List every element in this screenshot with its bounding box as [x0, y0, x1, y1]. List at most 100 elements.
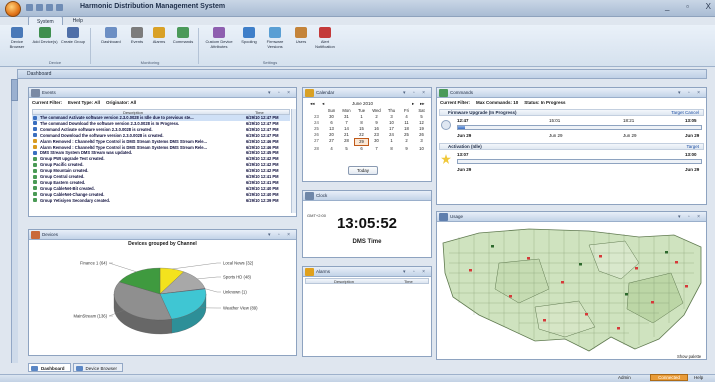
event-row[interactable]: Group Yetisiyen Secondary created. 6/29/1… [32, 198, 290, 204]
devices-icon [31, 231, 40, 239]
firmware-versions-button[interactable]: Firmware Versions [262, 27, 288, 57]
calendar-day[interactable]: 1 [384, 138, 399, 146]
event-type-icon [33, 156, 37, 161]
event-row[interactable]: Group CableNet-Bit created. 6/29/10 12:40… [32, 186, 290, 192]
calendar-day[interactable]: 30 [369, 138, 384, 146]
event-row[interactable]: Group Pacific created. 6/29/10 12:42 PM [32, 162, 290, 168]
dashboard-icon [31, 366, 38, 371]
minimize-button[interactable]: _ [665, 2, 669, 13]
custom-device-attributes-button[interactable]: Custom Device Attributes [204, 27, 234, 57]
target-cancel-links[interactable]: Target Cancel [671, 110, 699, 116]
redo-icon[interactable] [46, 4, 53, 11]
add-device-icon [39, 27, 51, 38]
event-row[interactable]: Alarm Removed : ChannelId Type Control i… [32, 139, 290, 145]
event-description: Group Pacific created. [40, 162, 84, 168]
add-devices-button[interactable]: Add Device(s) [32, 27, 58, 57]
status-connection: Connected [650, 374, 688, 381]
application-menu-button[interactable] [5, 1, 21, 17]
clock-panel: Clock GMT+2:00 13:05:52 DMS Time [302, 190, 432, 258]
calendar-day[interactable]: 28 [339, 138, 354, 146]
event-row[interactable]: Group PWI upgrade Test created. 6/29/10 1… [32, 156, 290, 162]
event-row[interactable]: Alarm Removed : ChannelId Type Control i… [32, 145, 290, 151]
event-row[interactable]: Group Eastern created. 6/29/10 12:41 PM [32, 180, 290, 186]
event-time: 6/29/10 12:47 PM [246, 132, 279, 138]
event-description: Alarm Removed : ChannelId Type Control i… [40, 144, 207, 150]
tab-device-browser[interactable]: Device Browser [72, 363, 124, 372]
panel-controls[interactable]: ▾ ▫ × [268, 90, 293, 96]
panel-controls[interactable]: ▾ ▫ × [678, 214, 703, 220]
col-time[interactable]: Time [404, 279, 413, 284]
event-row[interactable]: Group CableNet-Change created. 6/29/10 12… [32, 192, 290, 198]
calendar-day[interactable]: 9 [399, 146, 414, 152]
col-description[interactable]: Description [334, 279, 354, 284]
prev-year-button[interactable]: ◂◂ [310, 101, 315, 107]
show-palette-link[interactable]: Show palette [677, 354, 701, 359]
calendar-day[interactable]: 6 [354, 146, 369, 152]
firmware-date-1: Jun 29 [549, 133, 563, 138]
event-description: Group PWI upgrade Test created. [40, 156, 105, 162]
next-month-button[interactable]: ▸ [412, 101, 414, 107]
calendar-day[interactable]: 7 [369, 146, 384, 152]
close-button[interactable]: X [706, 2, 711, 13]
usage-map[interactable] [439, 223, 706, 359]
panel-controls[interactable]: ▾ ▫ × [403, 269, 428, 275]
tab-dashboard[interactable]: Dashboard [28, 363, 71, 372]
firmware-tick-2: 18:21 [623, 118, 635, 123]
alarm-bell-icon [153, 27, 165, 38]
pie-label: Weather View (89) [223, 306, 258, 311]
calendar-day[interactable]: 2 [399, 138, 414, 146]
event-row[interactable]: Group Mountain created. 6/29/10 12:42 PM [32, 168, 290, 174]
calendar-day[interactable]: 10 [414, 146, 429, 152]
calendar-day[interactable]: 4 [324, 146, 339, 152]
event-type-icon [33, 198, 37, 203]
event-row[interactable]: DMS Stream System DMS Stream was updated… [32, 150, 290, 156]
calendar-day[interactable]: 29 [354, 138, 369, 146]
event-row[interactable]: Command Activate software version 2.3.0.… [32, 127, 290, 133]
calendar-day[interactable]: 8 [384, 146, 399, 152]
panel-controls[interactable]: ▾ ▫ × [678, 90, 703, 96]
events-scrollbar[interactable] [291, 109, 296, 213]
calendar-day[interactable]: 5 [339, 146, 354, 152]
help-link[interactable]: Help [694, 375, 703, 380]
next-year-button[interactable]: ▸▸ [420, 101, 425, 107]
alarms-panel: Alarms ▾ ▫ × Description Time [302, 266, 432, 357]
firmware-upgrade-section[interactable]: Firmware Upgrade (In Progress) Target Ca… [439, 109, 704, 116]
events-panel: Events ▾ ▫ × Current Filter: Event Type: … [28, 87, 297, 217]
event-time: 6/29/10 12:39 PM [246, 197, 279, 203]
panel-controls[interactable]: ▾ ▫ × [268, 232, 293, 238]
event-row[interactable]: Command Download the software version 2.… [32, 133, 290, 139]
calendar-day[interactable]: 27 [324, 138, 339, 146]
spooling-button[interactable]: Spooling [236, 27, 262, 57]
commands-button[interactable]: Commands [170, 27, 196, 57]
event-description: Command Activate software version 2.3.0.… [40, 126, 153, 132]
undo-icon[interactable] [36, 4, 43, 11]
us-county-map [439, 223, 706, 359]
event-row[interactable]: The command Download the software versio… [32, 121, 290, 127]
event-type-icon [33, 127, 37, 132]
device-browser-button[interactable]: Device Browser [4, 27, 30, 57]
dashboard-button[interactable]: Dashboard [98, 27, 124, 57]
save-icon[interactable] [26, 4, 33, 11]
clock-time: 13:05:52 [336, 215, 398, 232]
event-row[interactable]: The command Activate software version 2.… [32, 115, 290, 121]
prev-month-button[interactable]: ◂ [322, 101, 324, 107]
ribbon-group-monitoring: Monitoring [140, 60, 160, 65]
devices-panel: Devices ▾ ▫ × Devices grouped by Channel… [28, 229, 297, 356]
alert-notification-button[interactable]: Alert Notification [312, 27, 338, 57]
activation-section[interactable]: Activation (Idle) Target [439, 143, 704, 150]
pie-label: MainStream (136) [73, 314, 107, 319]
users-button[interactable]: Users [288, 27, 314, 57]
panel-controls[interactable]: ▾ ▫ × [403, 90, 428, 96]
alarms-button[interactable]: Alarms [146, 27, 172, 57]
calendar-day[interactable]: 3 [414, 138, 429, 146]
create-group-button[interactable]: Create Group [60, 27, 86, 57]
event-description: Group CableNet-Bit created. [40, 185, 95, 191]
target-link[interactable]: Target [686, 144, 699, 150]
device-browser-icon [11, 27, 23, 38]
firmware-progress-fill [458, 126, 466, 129]
today-button[interactable]: Today [348, 166, 378, 175]
dropdown-icon[interactable] [56, 4, 63, 11]
restore-button[interactable]: ▫ [686, 2, 689, 13]
side-panel-toggle[interactable] [11, 79, 18, 101]
event-row[interactable]: Group Central created. 6/29/10 12:41 PM [32, 174, 290, 180]
